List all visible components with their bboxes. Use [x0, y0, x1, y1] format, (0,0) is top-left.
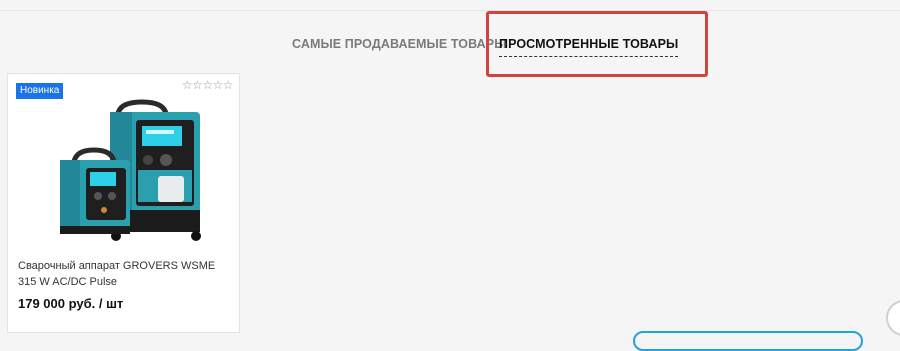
active-tab-highlight-box [486, 11, 708, 77]
welding-machine-small [60, 147, 130, 234]
rating-stars-icon[interactable]: ☆☆☆☆☆ [182, 78, 234, 92]
product-price: 179 000 руб. / шт [18, 296, 124, 311]
bottom-action-button[interactable] [633, 331, 863, 351]
product-card[interactable]: Новинка ☆☆☆☆☆ Сварочный аппарат GROVERS … [7, 73, 240, 333]
product-title-link[interactable]: Сварочный аппарат GROVERS WSME 315 W AC/… [18, 258, 233, 290]
new-badge: Новинка [16, 83, 64, 99]
tab-bestsellers[interactable]: САМЫЕ ПРОДАВАЕМЫЕ ТОВАРЫ [292, 37, 507, 51]
welding-machine-image[interactable] [46, 98, 206, 248]
scroll-top-button[interactable] [886, 300, 900, 336]
top-divider [0, 10, 900, 11]
